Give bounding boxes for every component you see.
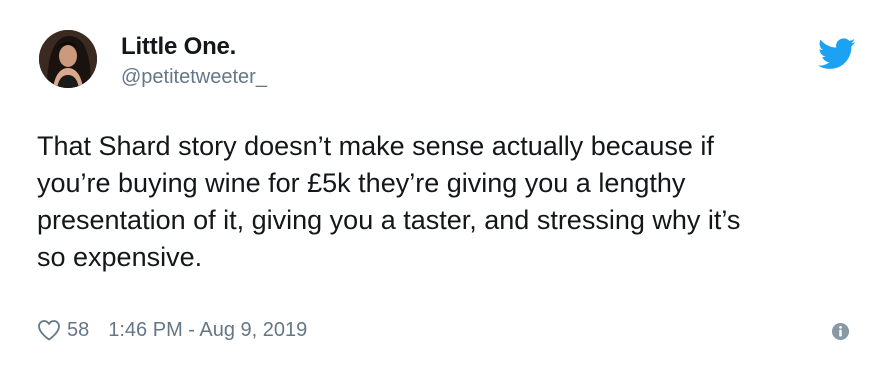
like-count[interactable]: 58 — [67, 318, 89, 342]
twitter-bird-icon[interactable] — [818, 38, 856, 70]
author-info: Little One. @petitetweeter_ — [121, 33, 267, 89]
avatar[interactable] — [39, 30, 97, 88]
info-icon[interactable] — [831, 322, 850, 341]
avatar-image — [39, 30, 97, 88]
user-handle[interactable]: @petitetweeter_ — [121, 65, 267, 89]
tweet-footer: 58 1:46 PM - Aug 9, 2019 — [37, 318, 307, 342]
display-name[interactable]: Little One. — [121, 33, 267, 61]
tweet-card: Little One. @petitetweeter_ That Shard s… — [0, 0, 890, 372]
heart-icon[interactable] — [37, 319, 61, 341]
tweet-text: That Shard story doesn’t make sense actu… — [37, 131, 741, 272]
timestamp[interactable]: 1:46 PM - Aug 9, 2019 — [108, 318, 307, 342]
